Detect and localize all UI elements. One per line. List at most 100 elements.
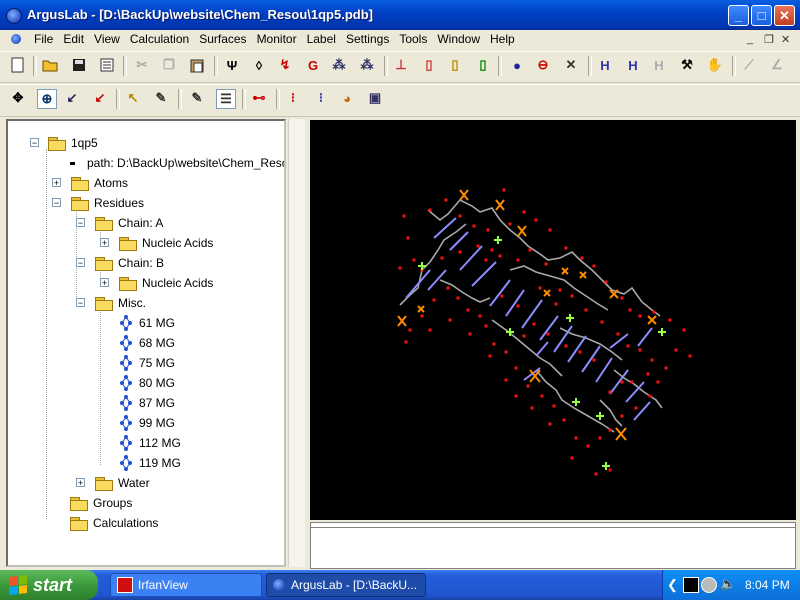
- tree-node-chain-b[interactable]: − Chain: B: [76, 253, 164, 273]
- tree-node-misc[interactable]: − Misc.: [76, 293, 146, 313]
- menu-window[interactable]: Window: [432, 30, 485, 50]
- minimize-button[interactable]: _: [728, 5, 749, 26]
- collapse-icon[interactable]: −: [76, 258, 85, 268]
- paste-icon[interactable]: [188, 56, 206, 74]
- cut-icon[interactable]: ✂: [133, 56, 151, 74]
- triple-bond-icon[interactable]: ▯: [474, 56, 492, 74]
- doc-close-icon[interactable]: ✕: [781, 33, 790, 46]
- open-folder-icon[interactable]: [41, 56, 59, 74]
- tree-node-calculations[interactable]: Calculations: [70, 513, 158, 533]
- tree-node-mg[interactable]: 99 MG: [118, 413, 175, 433]
- tree-node-chain-a[interactable]: − Chain: A: [76, 213, 163, 233]
- copy-icon[interactable]: ❐: [160, 56, 178, 74]
- delete-atom-icon[interactable]: ⊖: [534, 56, 552, 74]
- expand-icon[interactable]: +: [100, 238, 109, 248]
- remove-hydrogen-icon[interactable]: H: [650, 56, 668, 74]
- clock[interactable]: 8:04 PM: [745, 578, 790, 592]
- menu-label[interactable]: Label: [302, 30, 341, 50]
- menu-file[interactable]: File: [29, 30, 58, 50]
- list-icon[interactable]: [98, 56, 116, 74]
- chevron-left-icon[interactable]: ❮: [667, 577, 678, 593]
- residue-tool-icon[interactable]: ⁂: [330, 56, 348, 74]
- expand-icon[interactable]: +: [76, 478, 85, 488]
- tree-node-mg[interactable]: 68 MG: [118, 333, 175, 353]
- double-bond-icon[interactable]: ▯: [446, 56, 464, 74]
- bond-tool-icon[interactable]: Ψ: [223, 56, 241, 74]
- add-atom-icon[interactable]: ⊥: [392, 56, 410, 74]
- doc-restore-icon[interactable]: ❐: [764, 33, 774, 46]
- save-icon[interactable]: [70, 56, 88, 74]
- taskbar-item-arguslab[interactable]: ArgusLab - [D:\BackU...: [266, 573, 426, 597]
- tree-node-mg[interactable]: 80 MG: [118, 373, 175, 393]
- menu-surfaces[interactable]: Surfaces: [194, 30, 251, 50]
- collapse-icon[interactable]: −: [52, 198, 61, 208]
- add-hydrogen-icon[interactable]: H: [596, 56, 614, 74]
- select-icon[interactable]: ↙: [63, 89, 81, 107]
- tree-node-chain-a-nucleic[interactable]: + Nucleic Acids: [100, 233, 213, 253]
- hand-icon[interactable]: ✋: [706, 56, 724, 74]
- angle-icon[interactable]: ∠: [768, 56, 786, 74]
- molecule-viewport[interactable]: [310, 120, 796, 520]
- menu-settings[interactable]: Settings: [341, 30, 394, 50]
- tree-view-icon[interactable]: ☰: [216, 89, 236, 109]
- tree-node-mg[interactable]: 119 MG: [118, 453, 181, 473]
- tree-node-chain-b-nucleic[interactable]: + Nucleic Acids: [100, 273, 213, 293]
- pencil-icon[interactable]: ✎: [152, 89, 170, 107]
- box-icon[interactable]: ▣: [366, 89, 384, 107]
- tree-node-path[interactable]: path: D:\BackUp\website\Chem_Resou: [70, 153, 284, 173]
- start-button[interactable]: start: [0, 570, 98, 600]
- tree-node-atoms[interactable]: + Atoms: [52, 173, 128, 193]
- menu-view[interactable]: View: [89, 30, 125, 50]
- rotate-icon[interactable]: ⊕: [37, 89, 57, 109]
- measure-icon[interactable]: ⟋: [740, 56, 758, 74]
- collapse-icon[interactable]: −: [76, 218, 85, 228]
- volume-icon[interactable]: 🔈: [720, 576, 736, 592]
- app-icon[interactable]: [6, 8, 22, 24]
- pointer-icon[interactable]: ↖: [124, 89, 142, 107]
- tree-scrollbar[interactable]: [288, 119, 305, 567]
- menu-calculation[interactable]: Calculation: [125, 30, 194, 50]
- network-icon[interactable]: [683, 577, 699, 593]
- tree-node-root[interactable]: − 1qp5: [30, 133, 98, 153]
- tree-node-mg[interactable]: 112 MG: [118, 433, 181, 453]
- spacefill-icon[interactable]: ⁝: [312, 89, 330, 107]
- wrench-icon[interactable]: ⚒: [678, 56, 696, 74]
- doc-minimize-icon[interactable]: _: [747, 33, 753, 45]
- fragment-tool-icon[interactable]: ⁂: [358, 56, 376, 74]
- expand-icon[interactable]: +: [52, 178, 61, 188]
- draw-tool-icon[interactable]: ↯: [276, 56, 294, 74]
- taskbar-item-irfanview[interactable]: IrfanView: [110, 573, 262, 597]
- tree-node-mg[interactable]: 75 MG: [118, 353, 175, 373]
- menu-help[interactable]: Help: [485, 30, 520, 50]
- ribbon-icon[interactable]: ◕: [338, 89, 356, 107]
- ring-tool-icon[interactable]: ◊: [250, 56, 268, 74]
- new-icon[interactable]: [9, 56, 27, 74]
- output-pane[interactable]: [310, 522, 796, 569]
- stick-icon[interactable]: ⊷: [250, 89, 268, 107]
- molecule-tree[interactable]: − 1qp5 path: D:\BackUp\website\Chem_Reso…: [6, 119, 286, 567]
- deselect-icon[interactable]: ↙: [91, 89, 109, 107]
- ball-stick-icon[interactable]: ⁝: [284, 89, 302, 107]
- expand-icon[interactable]: +: [100, 278, 109, 288]
- color-pencil-icon[interactable]: ✎: [188, 89, 206, 107]
- g-tool-icon[interactable]: G: [304, 56, 322, 74]
- translate-icon[interactable]: ✥: [9, 89, 27, 107]
- edit-hydrogen-icon[interactable]: H: [624, 56, 642, 74]
- tree-node-groups[interactable]: Groups: [70, 493, 132, 513]
- menu-edit[interactable]: Edit: [58, 30, 89, 50]
- collapse-icon[interactable]: −: [30, 138, 39, 148]
- tree-node-water[interactable]: + Water: [76, 473, 150, 493]
- atom-icon[interactable]: ●: [508, 56, 526, 74]
- single-bond-icon[interactable]: ▯: [420, 56, 438, 74]
- tree-node-mg[interactable]: 61 MG: [118, 313, 175, 333]
- document-icon[interactable]: [11, 34, 21, 44]
- close-button[interactable]: ✕: [774, 5, 795, 26]
- tree-node-residues[interactable]: − Residues: [52, 193, 144, 213]
- delete-bond-icon[interactable]: ✕: [562, 56, 580, 74]
- menu-tools[interactable]: Tools: [394, 30, 432, 50]
- tree-node-mg[interactable]: 87 MG: [118, 393, 175, 413]
- maximize-button[interactable]: □: [751, 5, 772, 26]
- menu-monitor[interactable]: Monitor: [252, 30, 302, 50]
- title-bar[interactable]: ArgusLab - [D:\BackUp\website\Chem_Resou…: [0, 0, 800, 30]
- antivirus-icon[interactable]: [701, 577, 717, 593]
